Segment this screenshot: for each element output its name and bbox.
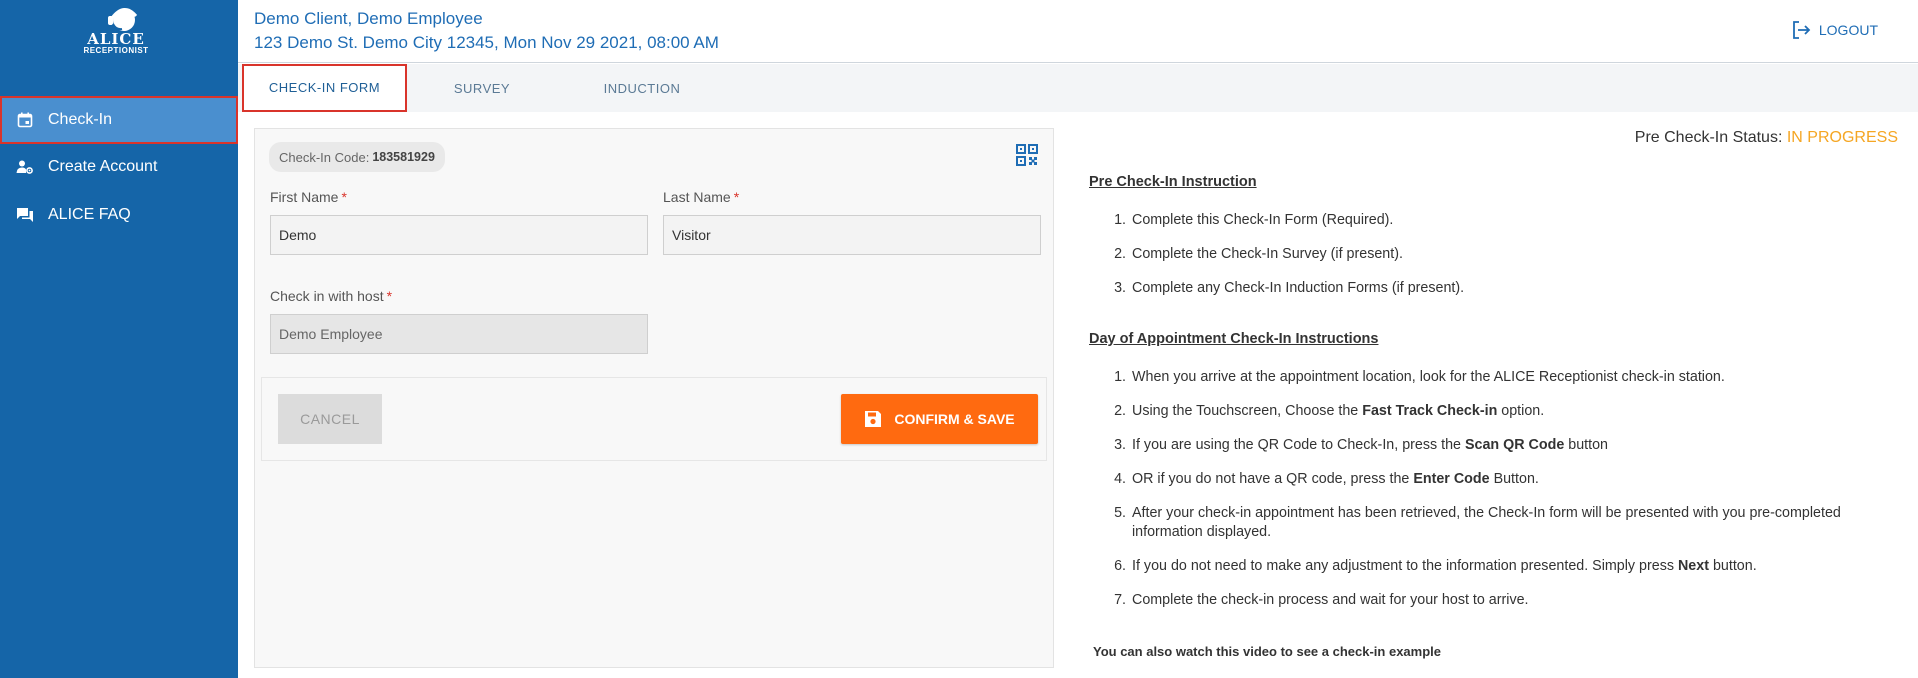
host-field: Demo Employee xyxy=(270,314,648,354)
first-name-field[interactable]: Demo xyxy=(270,215,648,255)
sidebar-item-alice-faq[interactable]: ALICE FAQ xyxy=(0,191,238,239)
tab-induction[interactable]: INDUCTION xyxy=(557,64,727,112)
location-datetime: 123 Demo St. Demo City 12345, Mon Nov 29… xyxy=(254,33,719,52)
first-name-label: First Name * xyxy=(270,189,347,205)
logout-label: LOGOUT xyxy=(1818,22,1878,38)
tab-label: CHECK-IN FORM xyxy=(268,79,381,95)
list-item: 4. OR if you do not have a QR code, press… xyxy=(1114,471,1539,487)
cancel-button[interactable]: CANCEL xyxy=(278,394,382,444)
list-item: 3. If you are using the QR Code to Check-… xyxy=(1114,437,1609,453)
confirm-save-button[interactable]: CONFIRM & SAVE xyxy=(841,394,1038,444)
page-header: Demo Client, Demo Employee 123 Demo St. … xyxy=(238,0,1918,63)
list-item: 6. If you do not need to make any adjustm… xyxy=(1114,558,1757,574)
confirm-save-label: CONFIRM & SAVE xyxy=(894,411,1015,427)
list-item: 3. Complete any Check-In Induction Forms … xyxy=(1114,280,1465,296)
list-item: 2. Using the Touchscreen, Choose the Fast… xyxy=(1114,403,1545,419)
check-in-code-label: Check-In Code: xyxy=(279,149,370,165)
user-gear-icon xyxy=(14,156,36,178)
video-note: You can also watch this video to see a c… xyxy=(1093,644,1441,659)
check-in-code-value: 183581929 xyxy=(372,150,435,164)
save-icon xyxy=(865,411,882,427)
sidebar-item-check-in[interactable]: Check-In xyxy=(0,96,238,144)
tab-label: INDUCTION xyxy=(603,80,681,96)
pre-check-in-status: Pre Check-In Status: IN PROGRESS xyxy=(1635,129,1898,147)
list-item: 1. Complete this Check-In Form (Required)… xyxy=(1114,212,1394,228)
sidebar-item-label: Create Account xyxy=(48,158,158,175)
logout-icon xyxy=(1792,21,1811,39)
list-item: 2. Complete the Check-In Survey (if prese… xyxy=(1114,246,1403,262)
qr-code-icon[interactable] xyxy=(1015,143,1039,167)
check-in-form: Check-In Code: 183581929 First Name * Dem… xyxy=(254,128,1054,668)
day-instruction-heading: Day of Appointment Check-In Instructions xyxy=(1089,331,1379,347)
status-label: Pre Check-In Status: xyxy=(1634,129,1783,146)
chat-icon xyxy=(14,204,36,226)
sidebar-item-label: Check-In xyxy=(48,111,113,128)
host-label: Check in with host * xyxy=(270,288,393,304)
tab-survey[interactable]: SURVEY xyxy=(407,64,557,112)
sidebar: ALICE RECEPTIONIST Check-In Create Accou… xyxy=(0,0,238,678)
tab-label: SURVEY xyxy=(453,80,511,96)
day-instruction-list: 1. When you arrive at the appointment loc… xyxy=(1106,368,1896,610)
sidebar-item-label: ALICE FAQ xyxy=(48,206,131,223)
list-item: 7. Complete the check-in process and wait… xyxy=(1114,592,1529,608)
sidebar-item-create-account[interactable]: Create Account xyxy=(0,143,238,191)
list-item: 1. When you arrive at the appointment loc… xyxy=(1114,369,1725,385)
logo-subtext: RECEPTIONIST xyxy=(83,46,149,55)
check-in-code-badge: Check-In Code: 183581929 xyxy=(269,142,445,172)
list-item: 5. After your check-in appointment has be… xyxy=(1114,505,1841,540)
client-employee-title: Demo Client, Demo Employee xyxy=(254,9,483,28)
form-actions: CANCEL CONFIRM & SAVE xyxy=(261,377,1047,461)
logout-button[interactable]: LOGOUT xyxy=(1791,20,1878,40)
tab-bar: CHECK-IN FORM SURVEY INDUCTION xyxy=(238,64,1918,112)
pre-instruction-heading: Pre Check-In Instruction xyxy=(1089,174,1257,190)
pre-instruction-list: 1. Complete this Check-In Form (Required)… xyxy=(1106,211,1464,298)
calendar-icon xyxy=(14,109,36,131)
last-name-field[interactable]: Visitor xyxy=(663,215,1041,255)
status-value: IN PROGRESS xyxy=(1786,129,1898,146)
tab-check-in-form[interactable]: CHECK-IN FORM xyxy=(242,64,407,112)
last-name-label: Last Name * xyxy=(663,189,740,205)
